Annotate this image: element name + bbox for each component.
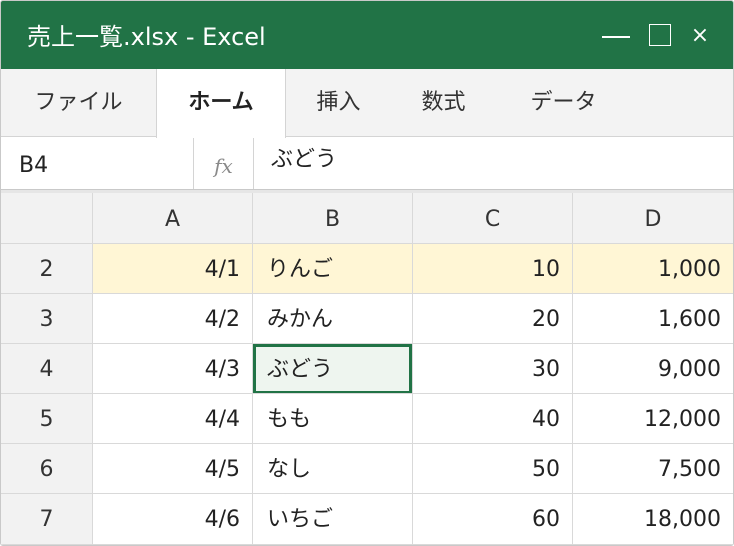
cell-d3[interactable]: 1,600 xyxy=(573,294,733,344)
cell-a5[interactable]: 4/4 xyxy=(93,394,253,444)
ribbon-tabs: ファイル ホーム 挿入 数式 データ xyxy=(1,69,733,138)
row-header[interactable]: 2 xyxy=(1,244,93,294)
tab-data[interactable]: データ xyxy=(496,69,631,137)
cell-a2[interactable]: 4/1 xyxy=(93,244,253,294)
cell-d7[interactable]: 18,000 xyxy=(573,494,733,545)
row-header[interactable]: 7 xyxy=(1,494,93,545)
minimize-icon xyxy=(602,36,630,38)
close-button[interactable]: × xyxy=(687,1,713,69)
cell-c7[interactable]: 60 xyxy=(413,494,573,545)
row-header[interactable]: 6 xyxy=(1,444,93,494)
spreadsheet-grid: A B C D 2 4/1 りんご 10 1,000 3 4/2 みかん 20 … xyxy=(1,190,733,545)
row-header[interactable]: 4 xyxy=(1,344,93,394)
cell-a3[interactable]: 4/2 xyxy=(93,294,253,344)
cell-d6[interactable]: 7,500 xyxy=(573,444,733,494)
cell-b6[interactable]: なし xyxy=(253,444,413,494)
name-box[interactable]: B4 xyxy=(1,138,194,189)
cell-c6[interactable]: 50 xyxy=(413,444,573,494)
excel-window: 売上一覧.xlsx - Excel × ファイル ホーム 挿入 数式 データ B… xyxy=(0,0,734,546)
row-header[interactable]: 5 xyxy=(1,394,93,444)
cell-b3[interactable]: みかん xyxy=(253,294,413,344)
select-all-corner[interactable] xyxy=(1,193,93,244)
title-bar: 売上一覧.xlsx - Excel × xyxy=(1,1,733,69)
cell-b5[interactable]: もも xyxy=(253,394,413,444)
cell-b2[interactable]: りんご xyxy=(253,244,413,294)
maximize-button[interactable] xyxy=(645,1,675,69)
cell-a4[interactable]: 4/3 xyxy=(93,344,253,394)
column-header-b[interactable]: B xyxy=(253,193,413,244)
function-icon[interactable]: fx xyxy=(194,138,254,189)
tab-insert[interactable]: 挿入 xyxy=(286,69,391,137)
cell-c5[interactable]: 40 xyxy=(413,394,573,444)
cell-d4[interactable]: 9,000 xyxy=(573,344,733,394)
column-header-c[interactable]: C xyxy=(413,193,573,244)
row-header[interactable]: 3 xyxy=(1,294,93,344)
close-icon: × xyxy=(690,22,710,48)
maximize-icon xyxy=(649,24,671,46)
cell-b4[interactable]: ぶどう xyxy=(253,344,413,394)
formula-input[interactable]: ぶどう xyxy=(271,138,337,189)
column-header-a[interactable]: A xyxy=(93,193,253,244)
minimize-button[interactable] xyxy=(599,1,633,69)
formula-bar: B4 fx ぶどう xyxy=(1,138,733,190)
cell-a7[interactable]: 4/6 xyxy=(93,494,253,545)
tab-formulas[interactable]: 数式 xyxy=(391,69,496,137)
cell-d2[interactable]: 1,000 xyxy=(573,244,733,294)
cell-b7[interactable]: いちご xyxy=(253,494,413,545)
cell-c2[interactable]: 10 xyxy=(413,244,573,294)
tab-file[interactable]: ファイル xyxy=(1,69,156,137)
cell-c3[interactable]: 20 xyxy=(413,294,573,344)
cell-d5[interactable]: 12,000 xyxy=(573,394,733,444)
cell-c4[interactable]: 30 xyxy=(413,344,573,394)
column-header-d[interactable]: D xyxy=(573,193,733,244)
window-title: 売上一覧.xlsx - Excel xyxy=(27,23,266,51)
cell-a6[interactable]: 4/5 xyxy=(93,444,253,494)
tab-home[interactable]: ホーム xyxy=(156,69,286,138)
